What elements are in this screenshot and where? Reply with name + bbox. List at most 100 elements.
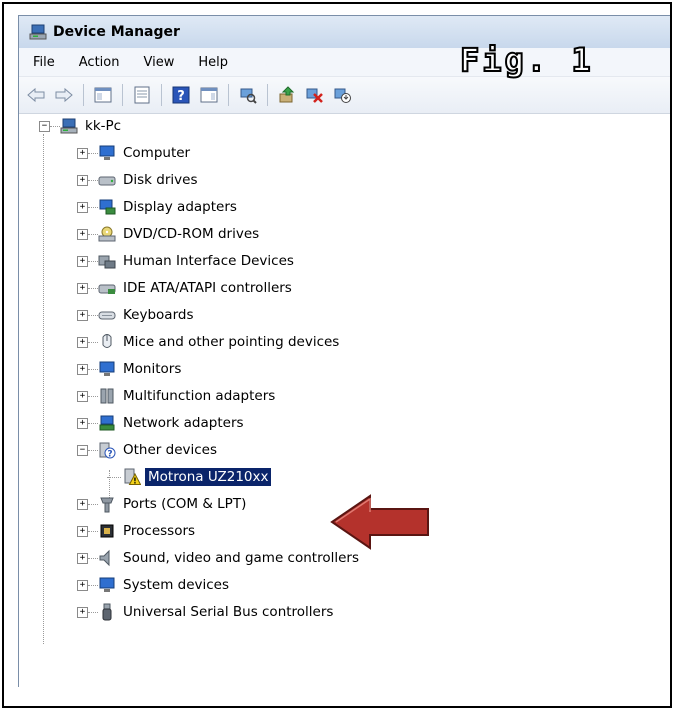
expand-toggle[interactable]: + [77,363,88,375]
port-icon [98,495,116,513]
dvd-drive-icon [98,225,116,243]
tree-child-item[interactable]: ! Motrona UZ210xx [107,465,272,489]
tree-item-label: Human Interface Devices [123,253,294,269]
tree-connector [88,260,98,262]
tree-category[interactable]: + Monitors [77,357,184,381]
tree-category[interactable]: −? Other devices [77,438,220,462]
tree-category[interactable]: + DVD/CD-ROM drives [77,222,262,246]
menu-action[interactable]: Action [77,53,122,72]
expand-toggle[interactable]: + [77,417,88,429]
tree-guide-line [43,134,44,644]
menu-file[interactable]: File [31,53,57,72]
show-hide-tree-icon[interactable] [92,84,114,106]
svg-text:!: ! [133,477,137,486]
tree-category[interactable]: + Disk drives [77,168,201,192]
expand-toggle[interactable]: + [77,606,88,618]
scan-hardware-icon[interactable] [237,84,259,106]
mouse-icon [98,333,116,351]
warning-device-icon: ! [123,468,141,486]
uninstall-icon[interactable] [304,84,326,106]
tree-connector [88,395,98,397]
tree-connector [88,206,98,208]
expand-toggle[interactable]: + [77,174,88,186]
tree-category[interactable]: + System devices [77,573,232,597]
processor-icon [98,522,116,540]
expand-toggle[interactable]: + [77,282,88,294]
tree-connector [107,476,121,478]
tree-item-label: Disk drives [123,172,198,188]
tree-root[interactable]: − kk-Pc [39,114,124,138]
tree-category[interactable]: + Mice and other pointing devices [77,330,342,354]
tree-category[interactable]: + Sound, video and game controllers [77,546,362,570]
expand-toggle[interactable]: + [77,228,88,240]
tree-connector [88,503,98,505]
tree-connector [88,341,98,343]
collapse-toggle[interactable]: − [39,120,50,132]
toolbar-separator [83,84,84,106]
tree-category[interactable]: + Universal Serial Bus controllers [77,600,336,624]
tree-item-label: Monitors [123,361,182,377]
menu-view[interactable]: View [141,53,176,72]
disable-icon[interactable] [332,84,354,106]
tree-connector [88,422,98,424]
collapse-toggle[interactable]: − [77,444,88,456]
figure-label: Fig. 1 [459,41,594,79]
tree-item-label: Computer [123,145,191,161]
back-icon[interactable] [25,84,47,106]
computer-root-icon [60,117,78,135]
expand-toggle[interactable]: + [77,147,88,159]
tree-connector [88,179,98,181]
ide-controller-icon [98,279,116,297]
tree-item-label: Processors [123,523,196,539]
computer-icon [98,144,116,162]
toolbar-separator [161,84,162,106]
properties-icon[interactable] [131,84,153,106]
toolbar-separator [122,84,123,106]
svg-text:?: ? [177,89,185,104]
svg-text:?: ? [107,450,112,460]
tree-category[interactable]: + Network adapters [77,411,247,435]
disk-drive-icon [98,171,116,189]
hid-icon [98,252,116,270]
expand-toggle[interactable]: + [77,309,88,321]
tree-connector [88,152,98,154]
expand-toggle[interactable]: + [77,525,88,537]
expand-toggle[interactable]: + [77,255,88,267]
device-tree: − kk-Pc + Computer + Disk drives + Display ad… [19,114,670,687]
toolbar-separator [228,84,229,106]
expand-toggle[interactable]: + [77,498,88,510]
expand-toggle[interactable]: + [77,336,88,348]
tree-connector [88,611,98,613]
tree-connector [88,287,98,289]
tree-item-label: Other devices [123,442,217,458]
device-manager-window: Device Manager File Action View Help ? −… [18,15,670,687]
tree-item-label: Sound, video and game controllers [123,550,359,566]
display-adapter-icon [98,198,116,216]
tree-category[interactable]: + Human Interface Devices [77,249,297,273]
monitor-icon [98,360,116,378]
expand-toggle[interactable]: + [77,390,88,402]
network-adapter-icon [98,414,116,432]
tree-item-label: Display adapters [123,199,237,215]
forward-icon[interactable] [53,84,75,106]
tree-item-label: System devices [123,577,230,593]
update-driver-icon[interactable] [276,84,298,106]
toolbar-separator [267,84,268,106]
help-icon[interactable]: ? [170,84,192,106]
show-action-pane-icon[interactable] [198,84,220,106]
tree-category[interactable]: + Processors [77,519,198,543]
tree-category[interactable]: + Multifunction adapters [77,384,278,408]
expand-toggle[interactable]: + [77,552,88,564]
tree-item-label: Mice and other pointing devices [123,334,340,350]
tree-item-label: Keyboards [123,307,194,323]
menu-help[interactable]: Help [196,53,230,72]
expand-toggle[interactable]: + [77,201,88,213]
tree-category[interactable]: + Ports (COM & LPT) [77,492,249,516]
tree-category[interactable]: + Display adapters [77,195,240,219]
tree-category[interactable]: + Computer [77,141,193,165]
tree-category[interactable]: + IDE ATA/ATAPI controllers [77,276,295,300]
expand-toggle[interactable]: + [77,579,88,591]
tree-connector [88,584,98,586]
tree-category[interactable]: + Keyboards [77,303,197,327]
tree-connector [88,314,98,316]
